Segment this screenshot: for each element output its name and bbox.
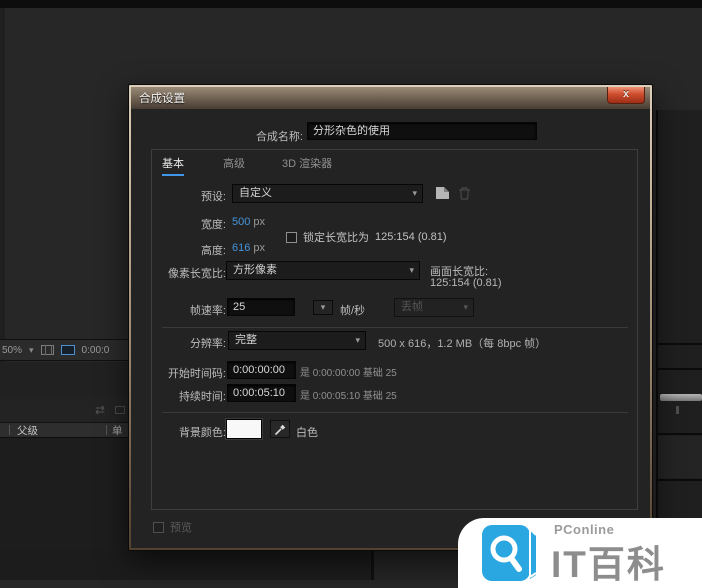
preset-value: 自定义 xyxy=(239,187,272,199)
grid-guides-icon[interactable] xyxy=(40,345,54,355)
height-unit: px xyxy=(253,242,266,254)
workspace-top-strip xyxy=(0,0,702,8)
tab-basic[interactable]: 基本 xyxy=(162,155,184,176)
scrollbar-thumb[interactable] xyxy=(660,394,702,401)
duration-input[interactable]: 0:00:05:10 xyxy=(227,384,296,402)
dialog-body: 合成设置 x 合成名称: 分形杂色的使用 基本 高级 3D 渲染器 预设: 自定… xyxy=(131,87,650,548)
composition-name-label: 合成名称: xyxy=(255,131,303,143)
eyedropper-button[interactable] xyxy=(270,420,290,438)
timecode-display[interactable]: 0:00:0 xyxy=(82,345,110,356)
resolution-info: 500 x 616，1.2 MB（每 8bpc 帧） xyxy=(378,338,547,350)
preview-row: 预览 xyxy=(153,519,192,535)
background-color-swatch[interactable] xyxy=(225,418,263,440)
panel-separator xyxy=(656,368,702,370)
resolution-value: 完整 xyxy=(235,334,257,346)
lock-aspect-label: 锁定长宽比为 xyxy=(303,232,369,244)
region-of-interest-icon[interactable] xyxy=(60,345,75,355)
chevron-down-icon: ▾ xyxy=(463,302,468,312)
width-number[interactable]: 500 xyxy=(232,216,250,228)
tool-box-icon[interactable] xyxy=(115,405,125,414)
preset-label: 预设: xyxy=(200,191,226,203)
swap-arrows-icon[interactable]: ⇄ xyxy=(95,403,105,417)
right-side-panel xyxy=(656,110,702,550)
width-label: 宽度: xyxy=(200,219,226,231)
frame-rate-dropdown-button[interactable]: ▾ xyxy=(313,300,333,315)
frame-rate-label: 帧速率: xyxy=(189,305,226,317)
lower-panel-left xyxy=(0,550,371,580)
close-button[interactable]: x xyxy=(607,87,645,104)
chevron-down-icon: ▾ xyxy=(355,335,360,345)
separator xyxy=(162,327,628,328)
dialog-titlebar[interactable]: 合成设置 xyxy=(131,87,650,109)
settings-group-box: 基本 高级 3D 渲染器 预设: 自定义 ▾ 宽度: 500 px 高度: 61… xyxy=(151,149,638,510)
resolution-label: 分辨率: xyxy=(189,338,226,350)
panel-separator xyxy=(656,433,702,435)
chevron-down-icon: ▾ xyxy=(412,188,417,198)
save-preset-icon[interactable] xyxy=(435,186,450,205)
resolution-select[interactable]: 完整 ▾ xyxy=(228,331,366,350)
drop-frame-value: 丢帧 xyxy=(401,301,423,313)
frame-rate-unit-label: 帧/秒 xyxy=(340,305,366,317)
lock-aspect-value: 125:154 (0.81) xyxy=(375,231,447,243)
watermark-title-text: IT百科 xyxy=(551,544,666,585)
dialog-title: 合成设置 xyxy=(139,93,185,105)
chevron-down-icon: ▾ xyxy=(409,265,414,275)
frame-rate-input[interactable]: 25 xyxy=(227,298,295,316)
height-label: 高度: xyxy=(200,245,226,257)
background-color-name: 白色 xyxy=(296,427,318,439)
lock-aspect-checkbox[interactable] xyxy=(286,231,297,243)
viewer-toolbar: 50% ▾ 0:00:0 xyxy=(0,339,131,361)
height-value: 616 px xyxy=(232,242,265,254)
width-value: 500 px xyxy=(232,216,265,228)
start-timecode-aux: 是 0:00:00:00 基础 25 xyxy=(300,368,397,379)
parent-column-partial-label: 单 xyxy=(112,424,123,437)
parent-column-header: 父级 单 xyxy=(0,422,131,438)
panel-row xyxy=(658,436,702,478)
panel-separator xyxy=(656,343,702,345)
preview-checkbox[interactable] xyxy=(153,521,164,533)
timeline-tools-row: ⇄ xyxy=(0,397,131,422)
tab-3d-renderer[interactable]: 3D 渲染器 xyxy=(282,155,332,174)
column-divider xyxy=(9,425,10,435)
pixel-aspect-value: 方形像素 xyxy=(233,264,277,276)
start-timecode-label: 开始时间码: xyxy=(167,368,226,380)
panel-handle-icon xyxy=(676,406,679,414)
frame-aspect-value: 125:154 (0.81) xyxy=(430,277,502,289)
tab-advanced[interactable]: 高级 xyxy=(223,155,245,174)
zoom-level-value[interactable]: 50% xyxy=(2,345,22,356)
preview-label: 预览 xyxy=(170,522,192,534)
pixel-aspect-label: 像素长宽比: xyxy=(167,268,226,280)
background-color-label: 背景颜色: xyxy=(178,427,226,439)
separator xyxy=(162,412,628,413)
chevron-down-icon[interactable]: ▾ xyxy=(29,345,34,356)
width-unit: px xyxy=(253,216,266,228)
delete-preset-icon xyxy=(458,187,471,205)
duration-aux: 是 0:00:05:10 基础 25 xyxy=(300,391,397,402)
drop-frame-select: 丢帧 ▾ xyxy=(394,298,474,317)
parent-column-label[interactable]: 父级 xyxy=(17,423,38,437)
duration-label: 持续时间: xyxy=(178,391,226,403)
start-timecode-input[interactable]: 0:00:00:00 xyxy=(227,361,296,379)
column-divider xyxy=(106,425,107,435)
composition-settings-dialog: 合成设置 x 合成名称: 分形杂色的使用 基本 高级 3D 渲染器 预设: 自定… xyxy=(128,84,653,551)
pconline-logo-icon xyxy=(482,525,538,586)
panel-separator xyxy=(656,479,702,481)
pixel-aspect-select[interactable]: 方形像素 ▾ xyxy=(226,261,420,280)
composition-name-input[interactable]: 分形杂色的使用 xyxy=(307,122,537,140)
lock-aspect-row: 锁定长宽比为 125:154 (0.81) xyxy=(286,229,447,245)
watermark-badge: PConline IT百科 xyxy=(458,518,702,588)
preset-select[interactable]: 自定义 ▾ xyxy=(232,184,423,203)
timeline-panel-gap xyxy=(0,362,131,397)
height-number[interactable]: 616 xyxy=(232,242,250,254)
